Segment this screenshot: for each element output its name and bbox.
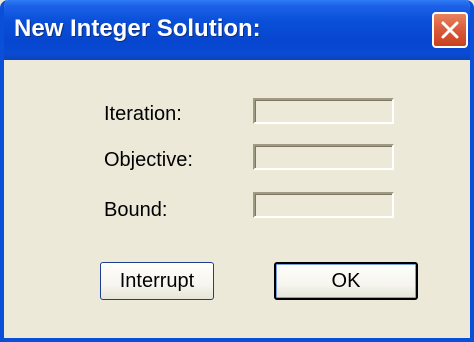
- bound-label: Bound:: [104, 199, 168, 221]
- objective-label: Objective:: [104, 149, 193, 171]
- iteration-label: Iteration:: [104, 103, 182, 125]
- dialog-window: New Integer Solution: Iteration: Objecti…: [0, 0, 474, 342]
- objective-field: [253, 144, 394, 170]
- close-icon: [441, 21, 459, 39]
- title-bar[interactable]: New Integer Solution:: [4, 0, 470, 60]
- close-button[interactable]: [432, 12, 468, 48]
- interrupt-button[interactable]: Interrupt: [100, 262, 214, 300]
- bound-field: [253, 192, 394, 218]
- ok-button[interactable]: OK: [274, 262, 418, 300]
- dialog-title: New Integer Solution:: [14, 15, 261, 42]
- iteration-field: [253, 98, 394, 124]
